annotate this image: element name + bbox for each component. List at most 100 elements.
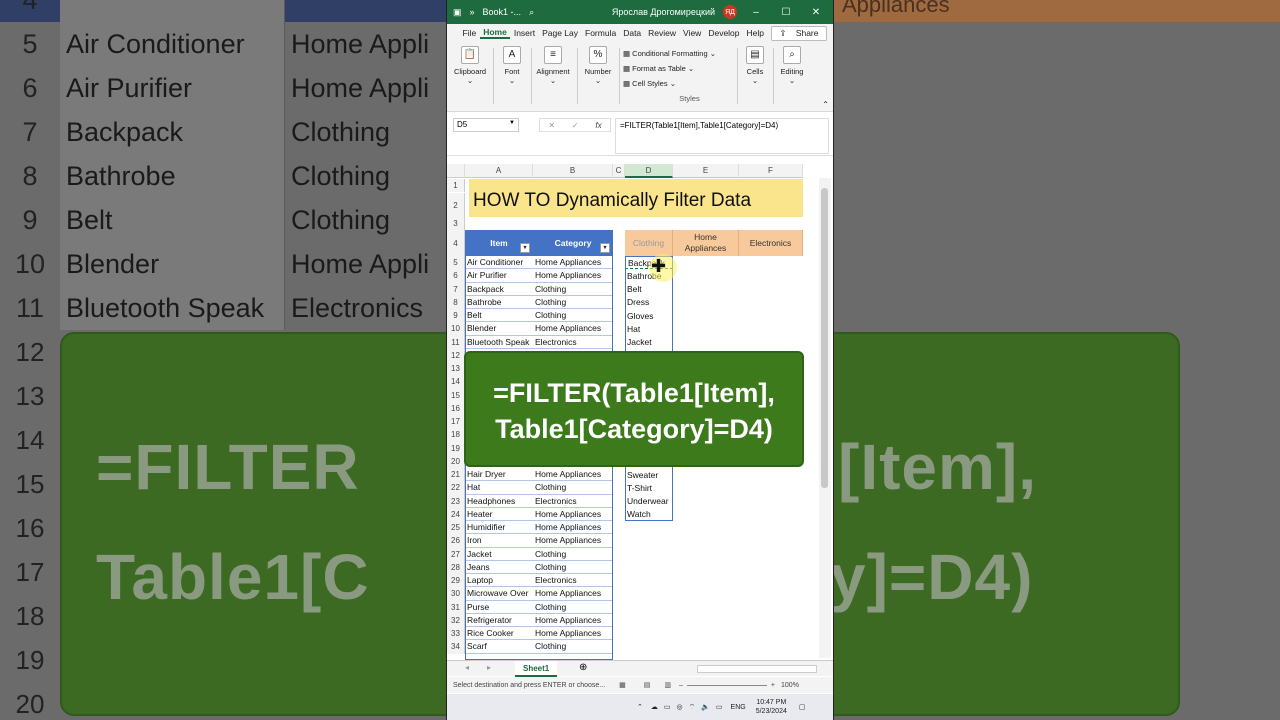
wifi-icon[interactable]: ⌔ [689, 703, 696, 712]
minimize-button[interactable]: – [745, 7, 767, 18]
zoom-level[interactable]: 100% [781, 682, 799, 689]
column-header-b[interactable]: B [533, 164, 613, 178]
name-box[interactable]: D5 ▼ [453, 118, 519, 132]
volume-icon[interactable]: 🔈 [701, 703, 710, 711]
column-header-f[interactable]: F [739, 164, 803, 178]
row-header[interactable]: 23 [447, 494, 465, 508]
row-header[interactable]: 20 [447, 454, 465, 468]
scrollbar-thumb[interactable] [821, 188, 828, 488]
vertical-scrollbar[interactable] [819, 178, 831, 658]
add-sheet-icon[interactable]: ⊕ [579, 662, 587, 673]
ribbon-tab-file[interactable]: File [459, 28, 480, 38]
zoom-in-icon[interactable]: + [771, 682, 775, 689]
close-button[interactable]: ✕ [805, 7, 827, 18]
row-header[interactable]: 18 [447, 428, 465, 442]
ribbon-tab-view[interactable]: View [680, 28, 705, 38]
network-icon[interactable]: ▭ [664, 703, 671, 711]
row-header[interactable]: 24 [447, 507, 465, 521]
column-header-a[interactable]: A [465, 164, 533, 178]
cells-group[interactable]: ▤ Cells ⌄ [743, 46, 767, 85]
row-header[interactable]: 17 [447, 415, 465, 429]
cell-styles-button[interactable]: ▦ Cell Styles ⌄ [623, 76, 716, 91]
ribbon-tab-develop[interactable]: Develop [705, 28, 743, 38]
alignment-group[interactable]: ≡ Alignment ⌄ [533, 46, 573, 85]
clipboard-group[interactable]: 📋 Clipboard ⌄ [453, 46, 487, 85]
clock[interactable]: 10:47 PM 5/23/2024 [756, 698, 787, 716]
row-header[interactable]: 3 [447, 217, 465, 231]
ribbon-tab-formula[interactable]: Formula [582, 28, 620, 38]
normal-view-icon[interactable]: ▦ [619, 681, 626, 689]
ribbon-tab-page-lay[interactable]: Page Lay [539, 28, 582, 38]
ribbon-tab-home[interactable]: Home [479, 27, 511, 39]
cloud-icon[interactable]: ☁ [651, 703, 658, 711]
ribbon-tab-insert[interactable]: Insert [510, 28, 538, 38]
ribbon-tab-help[interactable]: Help [743, 28, 767, 38]
chevron-up-icon[interactable]: ⌃ [637, 703, 643, 711]
next-sheet-icon[interactable]: ▸ [487, 663, 491, 672]
zoom-out-icon[interactable]: – [679, 682, 683, 689]
file-name[interactable]: Book1 -... [483, 7, 522, 17]
cancel-icon[interactable]: ✕ [548, 121, 555, 130]
row-header[interactable]: 9 [447, 309, 465, 323]
row-header[interactable]: 11 [447, 335, 465, 349]
column-header-d[interactable]: D [625, 164, 673, 178]
editing-group[interactable]: ⌕ Editing ⌄ [777, 46, 807, 85]
row-header[interactable]: 7 [447, 282, 465, 296]
horizontal-scrollbar[interactable] [697, 665, 817, 673]
battery-icon[interactable]: ▭ [716, 703, 723, 711]
ribbon-tab-data[interactable]: Data [620, 28, 645, 38]
row-header[interactable]: 15 [447, 388, 465, 402]
collapse-ribbon-icon[interactable]: ⌃ [822, 100, 829, 109]
row-header[interactable]: 4 [447, 230, 465, 256]
font-group[interactable]: A Font ⌄ [499, 46, 525, 85]
row-header[interactable]: 10 [447, 322, 465, 336]
row-header[interactable]: 27 [447, 547, 465, 561]
row-header[interactable]: 21 [447, 468, 465, 482]
share-button[interactable]: ⇪ Share [770, 25, 827, 41]
row-header[interactable]: 26 [447, 534, 465, 548]
page-layout-icon[interactable]: ▤ [644, 681, 651, 689]
fx-icon[interactable]: fx [595, 121, 601, 130]
row-header[interactable]: 19 [447, 441, 465, 455]
row-header[interactable]: 30 [447, 587, 465, 601]
column-header-e[interactable]: E [673, 164, 739, 178]
row-header[interactable]: 13 [447, 362, 465, 376]
column-header-c[interactable]: C [613, 164, 625, 178]
row-header[interactable]: 14 [447, 375, 465, 389]
row-header[interactable]: 33 [447, 627, 465, 641]
autosave-toggle[interactable]: » [470, 7, 475, 17]
conditional-formatting-button[interactable]: ▦ Conditional Formatting ⌄ [623, 46, 716, 61]
row-header[interactable]: 28 [447, 560, 465, 574]
search-icon[interactable]: ⌕ [529, 7, 534, 18]
row-header[interactable]: 2 [447, 193, 465, 217]
row-header[interactable]: 1 [447, 179, 465, 193]
sheet-tab[interactable]: Sheet1 [515, 661, 558, 677]
enter-icon[interactable]: ✓ [572, 121, 579, 130]
row-header[interactable]: 34 [447, 640, 465, 654]
zoom-slider[interactable] [686, 684, 767, 686]
category-header[interactable]: Home Appliances [673, 230, 739, 256]
row-header[interactable]: 6 [447, 269, 465, 283]
row-header[interactable]: 25 [447, 521, 465, 535]
row-header[interactable]: 12 [447, 348, 465, 362]
row-header[interactable]: 32 [447, 613, 465, 627]
number-group[interactable]: % Number ⌄ [581, 46, 615, 85]
notification-icon[interactable]: ▢ [799, 703, 806, 711]
save-icon[interactable]: ▣ [453, 7, 462, 18]
row-header[interactable]: 22 [447, 481, 465, 495]
language-indicator[interactable]: ENG [731, 704, 746, 711]
row-header[interactable]: 8 [447, 295, 465, 309]
page-break-icon[interactable]: ▥ [664, 681, 671, 689]
row-header[interactable]: 29 [447, 574, 465, 588]
maximize-button[interactable]: ☐ [775, 7, 797, 18]
format-as-table-button[interactable]: ▦ Format as Table ⌄ [623, 61, 716, 76]
row-header[interactable]: 5 [447, 256, 465, 270]
prev-sheet-icon[interactable]: ◂ [465, 663, 469, 672]
category-header[interactable]: Electronics [739, 230, 803, 256]
category-header[interactable]: Clothing [625, 230, 673, 256]
row-header[interactable]: 31 [447, 600, 465, 614]
row-header[interactable]: 16 [447, 401, 465, 415]
formula-input[interactable]: =FILTER(Table1[Item],Table1[Category]=D4… [615, 118, 829, 154]
select-all-corner[interactable] [447, 164, 465, 178]
ribbon-tab-review[interactable]: Review [645, 28, 680, 38]
